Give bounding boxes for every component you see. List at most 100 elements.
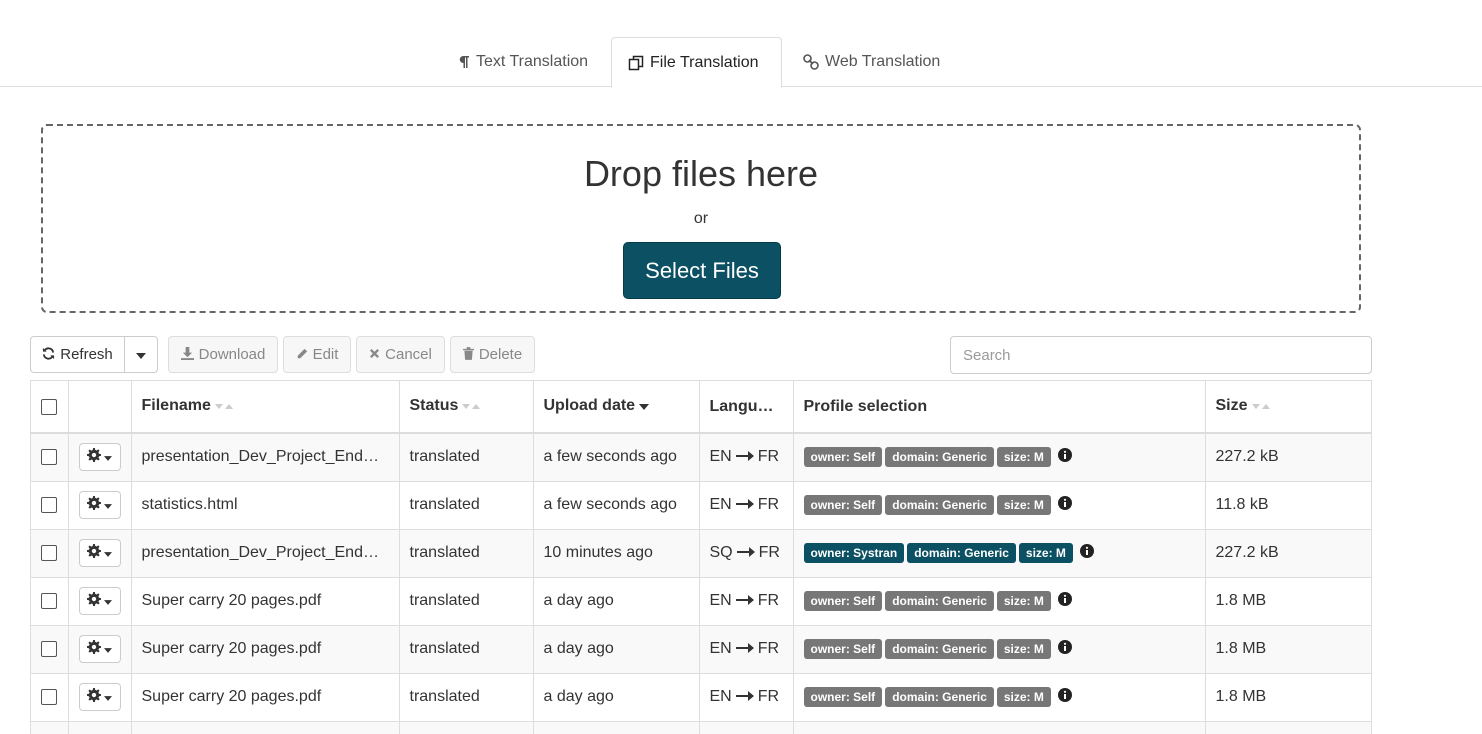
select-all-checkbox[interactable] [41,398,58,415]
header-select-all[interactable] [31,381,69,434]
language-cell: EN FR [699,480,794,529]
filename-cell: Super carry 20 pages.pdf [131,672,400,721]
info-icon[interactable] [1079,543,1094,563]
upload-date-cell: a day ago [533,624,700,673]
refresh-button[interactable]: Refresh [30,336,125,373]
edit-label: Edit [312,346,339,363]
gear-icon [87,591,101,611]
table-row[interactable]: presentation_Dev_Project_End… translated 1… [31,528,1371,577]
owner-badge: owner: Self [803,687,883,707]
owner-badge: owner: Self [803,591,883,611]
row-actions-button[interactable] [78,683,121,711]
tab-file-translation[interactable]: File Translation [611,37,782,88]
row-actions-cell [68,720,132,734]
row-checkbox[interactable] [41,689,58,705]
header-upload-date[interactable]: Upload date [533,381,700,434]
info-icon[interactable] [1057,447,1072,467]
header-size[interactable]: Size [1205,381,1371,434]
info-icon[interactable] [1057,687,1072,707]
table-row[interactable] [31,720,1371,734]
caret-down-icon [104,688,112,706]
arrow-right-icon [736,544,755,562]
header-status[interactable]: Status [399,381,534,434]
caret-down-icon [104,496,112,514]
row-actions-button[interactable] [78,491,121,519]
file-drop-zone[interactable]: Drop files here or Select Files [41,124,1361,313]
row-select-cell[interactable] [31,576,69,625]
size-badge: size: M [996,591,1051,611]
domain-badge: domain: Generic [885,639,994,659]
row-actions-button[interactable] [78,587,121,615]
status-cell [399,720,534,734]
table-header-row: Filename Status Upload date Langu… Profi… [31,381,1371,434]
delete-button[interactable]: Delete [450,336,535,373]
sort-icon [462,397,482,415]
row-select-cell[interactable] [31,720,69,734]
info-icon[interactable] [1057,495,1072,515]
owner-badge: owner: Self [803,495,883,515]
size-cell: 1.8 MB [1205,672,1371,721]
trash-icon [462,347,474,362]
edit-button[interactable]: Edit [283,336,351,373]
header-size-label: Size [1215,397,1248,415]
header-filename[interactable]: Filename [131,381,400,434]
row-select-cell[interactable] [31,528,69,577]
table-row[interactable]: statistics.html translated a few seconds a… [31,480,1371,529]
gear-icon [87,495,101,515]
row-select-cell[interactable] [31,672,69,721]
size-cell [1205,720,1371,734]
target-language: FR [757,640,780,657]
language-cell: EN FR [699,432,794,481]
row-checkbox[interactable] [41,593,58,609]
gear-icon [87,687,101,707]
header-status-label: Status [409,397,459,415]
size-badge: size: M [1018,543,1073,563]
row-actions-button[interactable] [78,635,121,663]
row-actions-button[interactable] [78,539,121,567]
translation-tabs: Text Translation File Translation Web Tr… [0,0,1482,88]
download-button[interactable]: Download [168,336,278,373]
target-language: FR [757,496,780,513]
arrow-right-icon [735,448,754,466]
filename-cell: Super carry 20 pages.pdf [131,624,400,673]
header-filename-label: Filename [141,397,211,415]
refresh-dropdown-toggle[interactable] [124,336,158,373]
row-select-cell[interactable] [31,480,69,529]
close-icon [369,348,380,361]
profile-cell: owner: Systran domain: Generic size: M [793,528,1206,577]
size-cell: 1.8 MB [1205,576,1371,625]
language-cell: EN FR [699,672,794,721]
upload-date-cell: a few seconds ago [533,432,700,481]
row-checkbox[interactable] [41,449,58,466]
cancel-button[interactable]: Cancel [356,336,445,373]
gear-icon [87,639,101,659]
table-row[interactable]: Super carry 20 pages.pdf translated a day … [31,672,1371,721]
header-language[interactable]: Langu… [699,381,794,434]
filename-cell: presentation_Dev_Project_End… [131,528,400,577]
table-row[interactable]: Super carry 20 pages.pdf translated a day … [31,576,1371,625]
row-select-cell[interactable] [31,624,69,673]
status-cell: translated [399,528,534,577]
filename-cell: Super carry 20 pages.pdf [131,576,400,625]
row-select-cell[interactable] [31,432,69,481]
info-icon[interactable] [1057,639,1072,659]
caret-down-icon [104,544,112,562]
language-cell: EN FR [699,576,794,625]
row-actions-button[interactable] [78,443,121,472]
row-checkbox[interactable] [41,641,58,657]
select-files-button[interactable]: Select Files [623,242,781,299]
tab-web-translation[interactable]: Web Translation [787,37,956,87]
info-icon[interactable] [1057,591,1072,611]
target-language: FR [757,448,780,466]
profile-cell: owner: Self domain: Generic size: M [793,432,1206,481]
table-row[interactable]: presentation_Dev_Project_End… translated a… [31,432,1371,481]
tab-text-translation[interactable]: Text Translation [442,37,604,87]
arrow-right-icon [735,496,754,514]
search-input[interactable] [950,336,1372,374]
row-checkbox[interactable] [41,545,58,561]
target-language: FR [757,688,780,705]
row-checkbox[interactable] [41,497,58,513]
status-cell: translated [399,432,534,481]
domain-badge: domain: Generic [885,447,994,468]
table-row[interactable]: Super carry 20 pages.pdf translated a day … [31,624,1371,673]
